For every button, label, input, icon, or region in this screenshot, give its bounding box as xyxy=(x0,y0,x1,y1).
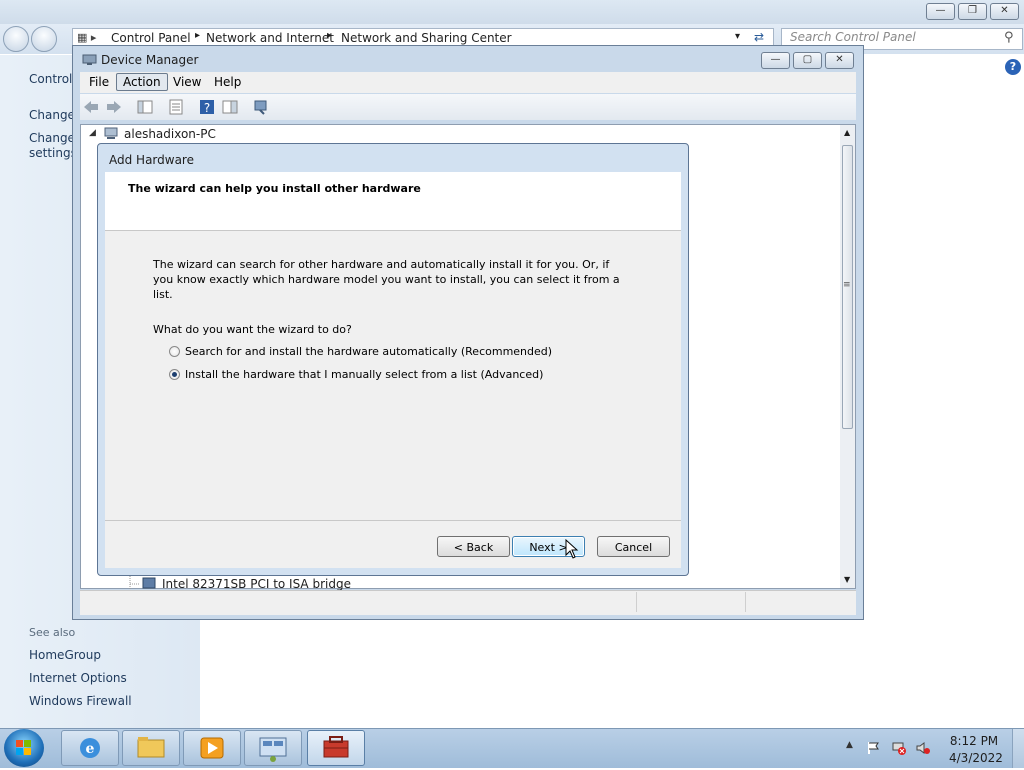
tree-item-isa-bridge[interactable]: Intel 82371SB PCI to ISA bridge xyxy=(162,577,351,591)
left-link-settings[interactable]: settings xyxy=(29,146,77,160)
clock-time[interactable]: 8:12 PM xyxy=(949,734,999,748)
taskbar-media-player[interactable] xyxy=(183,730,241,766)
show-desktop-button[interactable] xyxy=(1012,729,1024,768)
svg-text:?: ? xyxy=(204,101,210,115)
back-arrow-icon[interactable] xyxy=(3,26,29,52)
scroll-up-arrow-icon[interactable]: ▲ xyxy=(844,128,850,137)
windows-logo-icon xyxy=(16,740,31,755)
radio-selected-dot xyxy=(172,372,177,377)
radio-search-automatically-label[interactable]: Search for and install the hardware auto… xyxy=(185,345,552,358)
tree-connector-lines xyxy=(129,576,156,590)
radio-manual-select[interactable] xyxy=(169,369,180,380)
radio-search-automatically[interactable] xyxy=(169,346,180,357)
network-disconnected-icon[interactable] xyxy=(892,741,906,755)
forward-arrow-icon[interactable] xyxy=(31,26,57,52)
mouse-cursor-icon xyxy=(565,539,579,559)
radio-manual-select-label[interactable]: Install the hardware that I manually sel… xyxy=(185,368,543,381)
minimize-button[interactable]: — xyxy=(926,3,955,20)
tree-root-computer[interactable]: aleshadixon-PC xyxy=(124,127,216,141)
menu-file[interactable]: File xyxy=(83,74,115,90)
see-also-homegroup[interactable]: HomeGroup xyxy=(29,648,101,662)
action-center-flag-icon[interactable] xyxy=(866,741,880,755)
back-button[interactable]: < Back xyxy=(437,536,510,557)
taskbar-windows-explorer[interactable] xyxy=(122,730,180,766)
status-divider xyxy=(745,592,746,612)
show-hide-console-tree-icon[interactable] xyxy=(136,98,154,116)
menu-help[interactable]: Help xyxy=(208,74,247,90)
help-icon[interactable]: ? xyxy=(198,98,216,116)
taskbar-internet-explorer[interactable]: e xyxy=(61,730,119,766)
scan-hardware-changes-icon[interactable] xyxy=(252,98,270,116)
cancel-button[interactable]: Cancel xyxy=(597,536,670,557)
computer-icon xyxy=(104,127,118,139)
wizard-question: What do you want the wizard to do? xyxy=(153,323,352,336)
menu-action[interactable]: Action xyxy=(116,73,168,91)
search-icon[interactable]: ⚲ xyxy=(1004,30,1014,45)
chevron-down-icon[interactable]: ▾ xyxy=(735,31,740,42)
left-link-change-sharing[interactable]: Change xyxy=(29,131,75,145)
close-button[interactable]: ✕ xyxy=(990,3,1019,20)
see-also-internet-options[interactable]: Internet Options xyxy=(29,671,127,685)
control-panel-titlebar: — ❐ ✕ xyxy=(0,0,1024,24)
forward-arrow-icon[interactable] xyxy=(105,98,123,116)
svg-text:e: e xyxy=(86,741,95,757)
properties-icon[interactable] xyxy=(167,98,185,116)
menu-view[interactable]: View xyxy=(167,74,207,90)
restore-button[interactable]: ❐ xyxy=(958,3,987,20)
dm-minimize-button[interactable]: — xyxy=(761,52,790,69)
device-manager-toolbox-icon xyxy=(323,736,349,758)
internet-explorer-icon: e xyxy=(80,738,100,758)
refresh-icon[interactable]: ⇄ xyxy=(754,30,764,44)
status-divider xyxy=(636,592,637,612)
button-separator xyxy=(105,520,681,521)
scroll-down-arrow-icon[interactable]: ▼ xyxy=(844,575,850,584)
device-manager-title: Device Manager xyxy=(101,53,199,67)
left-link-change-adapter[interactable]: Change xyxy=(29,108,75,122)
wizard-header xyxy=(105,172,681,231)
dm-close-button[interactable]: ✕ xyxy=(825,52,854,69)
chevron-right-icon: ▸ xyxy=(195,30,201,41)
control-panel-small-icon: ▦ ▸ xyxy=(77,31,97,44)
breadcrumb-control-panel[interactable]: Control Panel xyxy=(111,31,191,45)
taskbar-device-manager[interactable] xyxy=(307,730,365,766)
back-arrow-icon[interactable] xyxy=(82,98,100,116)
media-player-icon xyxy=(200,737,224,759)
breadcrumb-network-internet[interactable]: Network and Internet xyxy=(206,31,334,45)
toolbar xyxy=(80,94,856,120)
wizard-heading: The wizard can help you install other ha… xyxy=(128,182,421,195)
taskbar-control-panel[interactable] xyxy=(244,730,302,766)
dm-maximize-button[interactable]: ▢ xyxy=(793,52,822,69)
see-also-windows-firewall[interactable]: Windows Firewall xyxy=(29,694,132,708)
status-bar xyxy=(80,590,856,615)
collapse-triangle-icon[interactable]: ◢ xyxy=(89,128,96,138)
see-also-heading: See also xyxy=(29,626,76,639)
chevron-right-icon: ▸ xyxy=(327,30,333,41)
clock-date[interactable]: 4/3/2022 xyxy=(949,751,1003,765)
wizard-description: The wizard can search for other hardware… xyxy=(153,258,620,301)
help-icon[interactable]: ? xyxy=(1005,59,1021,75)
show-hidden-icons-icon[interactable]: ▲ xyxy=(846,740,853,750)
device-manager-icon xyxy=(82,54,97,65)
action-pane-icon[interactable] xyxy=(221,98,239,116)
search-placeholder: Search Control Panel xyxy=(790,30,916,44)
breadcrumb-network-sharing[interactable]: Network and Sharing Center xyxy=(341,31,512,45)
volume-muted-icon[interactable] xyxy=(916,741,930,755)
dialog-title: Add Hardware xyxy=(109,153,194,167)
start-button[interactable] xyxy=(4,729,44,767)
control-panel-icon xyxy=(259,737,287,762)
thumb-grip-icon: ≡ xyxy=(843,280,851,290)
explorer-folder-icon xyxy=(137,737,165,758)
left-link-control-panel-home[interactable]: Control xyxy=(29,72,72,86)
